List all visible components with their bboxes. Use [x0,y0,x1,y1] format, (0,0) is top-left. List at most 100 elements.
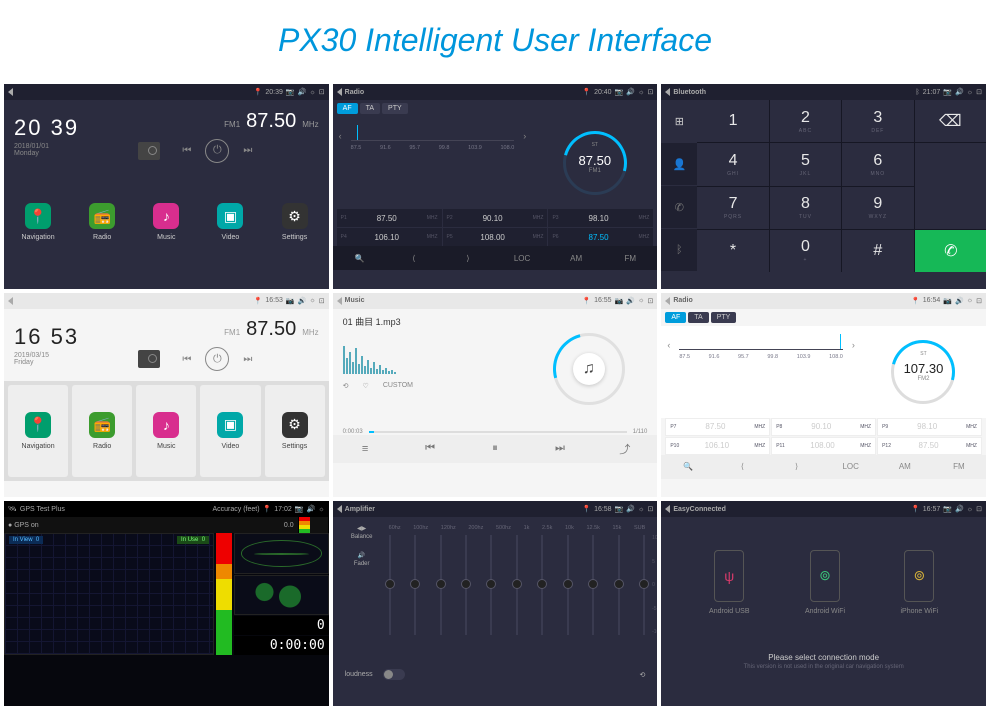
back-icon[interactable] [8,88,13,96]
option-android-usb[interactable]: ψ Android USB [709,550,749,615]
tune-right-icon[interactable]: › [523,131,526,141]
app-navigation[interactable]: 📍Navigation [8,176,68,268]
app-music[interactable]: ♪Music [136,385,196,477]
search-icon[interactable]: 🔍 [333,246,387,270]
app-settings[interactable]: ⚙Settings [265,385,325,477]
key-star[interactable]: * [697,230,768,272]
search-icon[interactable]: 🔍 [661,455,715,479]
tab-ta[interactable]: TA [688,312,708,323]
back-icon[interactable] [337,297,342,305]
reset-icon[interactable]: ⟲ [639,671,645,679]
preset[interactable]: P1287.50MHZ [877,437,982,455]
seek-prev[interactable]: ⟨ [715,455,769,479]
history-tab-icon[interactable]: ✆ [661,186,697,229]
eq-slider[interactable] [643,535,645,635]
loudness-toggle[interactable] [383,669,405,680]
prev-track-icon[interactable]: ⏮ [398,435,463,463]
repeat-icon[interactable]: ⟲ [343,382,349,390]
fader-control[interactable]: 🔊Fader [345,552,379,567]
key-6[interactable]: 6MNO [842,143,913,185]
back-icon[interactable] [665,505,670,513]
next-icon[interactable]: ⏭ [243,354,252,365]
app-radio[interactable]: 📻Radio [72,385,132,477]
am-button[interactable]: AM [878,455,932,479]
tab-af[interactable]: AF [337,103,358,114]
preset[interactable]: P687.50MHZ [548,228,653,246]
app-settings[interactable]: ⚙Settings [265,176,325,268]
pair-tab-icon[interactable]: ᛒ [661,229,697,272]
contacts-tab-icon[interactable]: 👤 [661,143,697,186]
tab-pty[interactable]: PTY [382,103,408,114]
eq-slider[interactable] [440,535,442,635]
balance-control[interactable]: ◀▶Balance [345,525,379,540]
key-1[interactable]: 1 [697,100,768,142]
pause-icon[interactable]: ⏸ [463,435,528,463]
power-icon[interactable]: ⏻ [205,139,229,163]
preset[interactable]: P290.10MHZ [443,209,548,227]
eq-slider[interactable] [516,535,518,635]
back-icon[interactable] [8,297,13,305]
app-music[interactable]: ♪Music [136,176,196,268]
back-icon[interactable] [665,88,670,96]
preset[interactable]: P787.50MHZ [665,418,770,436]
share-icon[interactable]: ⤴ [592,435,657,463]
am-button[interactable]: AM [549,246,603,270]
app-navigation[interactable]: 📍Navigation [8,385,68,477]
power-icon[interactable]: ⏻ [205,347,229,371]
tune-right-icon[interactable]: › [852,340,855,350]
key-8[interactable]: 8TUV [770,187,841,229]
app-radio[interactable]: 📻Radio [72,176,132,268]
preset[interactable]: P890.10MHZ [771,418,876,436]
prev-icon[interactable]: ⏮ [182,145,191,156]
eq-slider[interactable] [389,535,391,635]
key-9[interactable]: 9WXYZ [842,187,913,229]
loc-button[interactable]: LOC [824,455,878,479]
tuner-dial[interactable]: ‹ › 87.591.695.799.8103.9108.0 [333,117,533,209]
fm-button[interactable]: FM [932,455,986,479]
preset[interactable]: P4106.10MHZ [337,228,442,246]
preset[interactable]: P11108.00MHZ [771,437,876,455]
tab-ta[interactable]: TA [360,103,380,114]
favorite-icon[interactable]: ♡ [363,382,369,390]
tab-pty[interactable]: PTY [711,312,737,323]
playlist-icon[interactable]: ≡ [333,435,398,463]
preset[interactable]: P10106.10MHZ [665,437,770,455]
key-0[interactable]: 0+ [770,230,841,272]
app-video[interactable]: ▣Video [200,385,260,477]
key-hash[interactable]: # [842,230,913,272]
preset[interactable]: P398.10MHZ [548,209,653,227]
tune-left-icon[interactable]: ‹ [339,131,342,141]
eq-slider[interactable] [592,535,594,635]
eq-slider[interactable] [414,535,416,635]
key-backspace[interactable]: ⌫ [915,100,986,142]
key-2[interactable]: 2ABC [770,100,841,142]
key-4[interactable]: 4GHI [697,143,768,185]
key-7[interactable]: 7PQRS [697,187,768,229]
tune-left-icon[interactable]: ‹ [667,340,670,350]
eq-slider[interactable] [567,535,569,635]
tuner-dial[interactable]: ‹ › 87.591.695.799.8103.9108.0 [661,326,861,418]
preset[interactable]: P5108.00MHZ [443,228,548,246]
key-5[interactable]: 5JKL [770,143,841,185]
call-button[interactable]: ✆ [915,230,986,272]
prev-icon[interactable]: ⏮ [182,354,191,365]
loc-button[interactable]: LOC [495,246,549,270]
back-icon[interactable] [337,88,342,96]
seek-prev[interactable]: ⟨ [387,246,441,270]
next-track-icon[interactable]: ⏭ [527,435,592,463]
preset[interactable]: P187.50MHZ [337,209,442,227]
option-android-wifi[interactable]: ⊚ Android WiFi [805,550,845,615]
eq-slider[interactable] [618,535,620,635]
fm-button[interactable]: FM [603,246,657,270]
brightness-icon[interactable]: ☼ [309,89,315,96]
preset[interactable]: P998.10MHZ [877,418,982,436]
tab-af[interactable]: AF [665,312,686,323]
eq-slider[interactable] [541,535,543,635]
eq-slider[interactable] [465,535,467,635]
recent-icon[interactable]: ⊡ [319,88,325,96]
app-video[interactable]: ▣Video [200,176,260,268]
seek-next[interactable]: ⟩ [441,246,495,270]
back-icon[interactable] [665,297,670,305]
next-icon[interactable]: ⏭ [243,145,252,156]
volume-icon[interactable]: 🔊 [298,88,307,96]
